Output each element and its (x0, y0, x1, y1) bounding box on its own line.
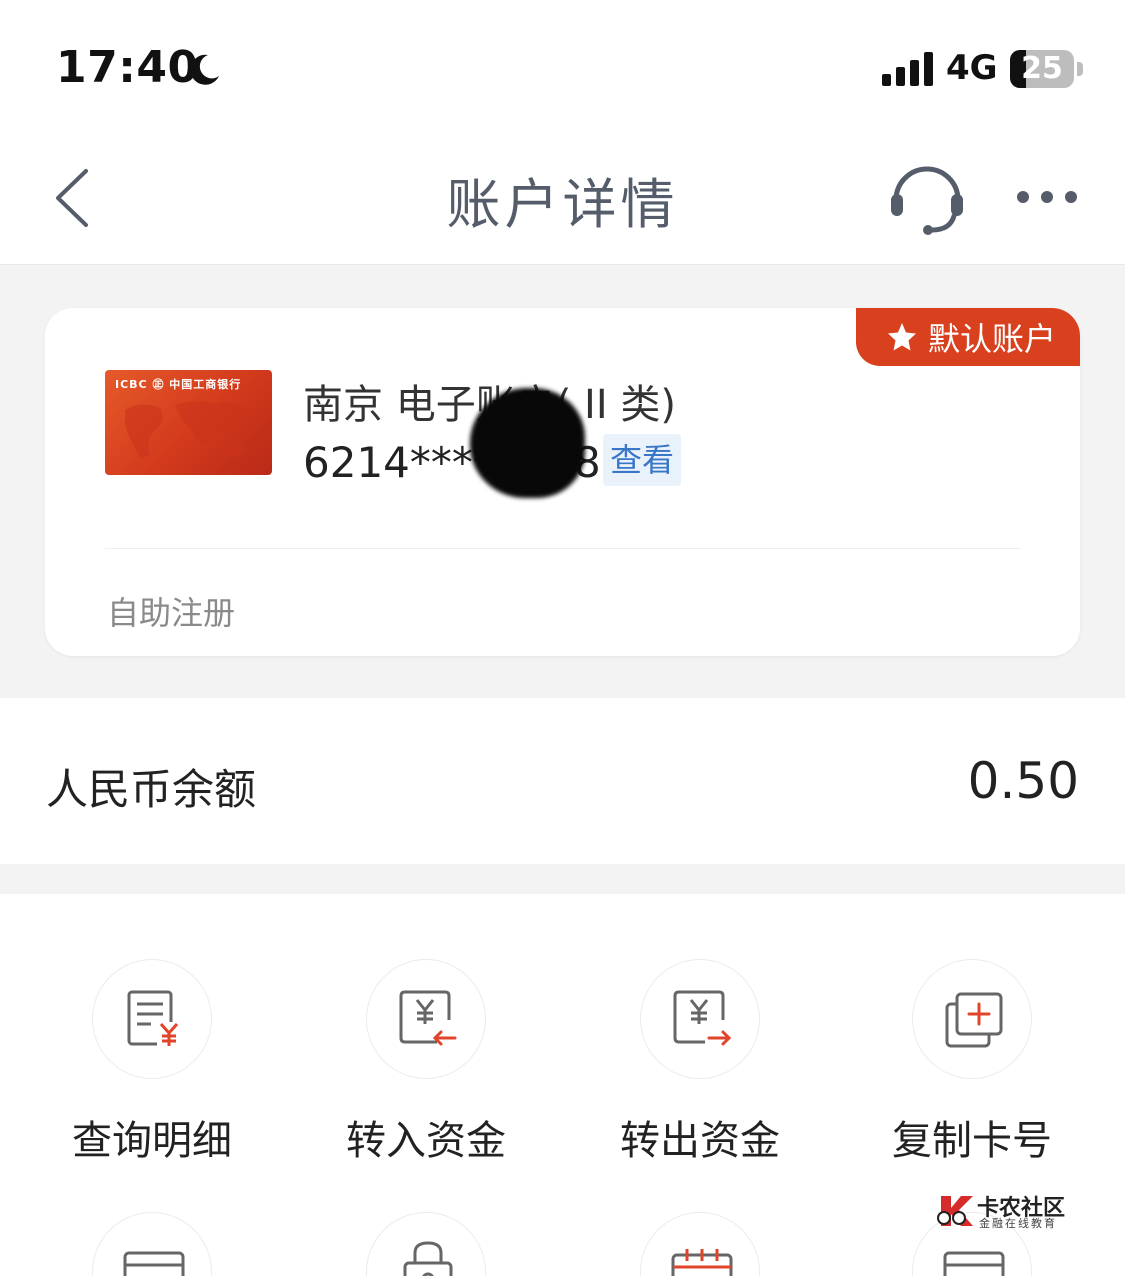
default-account-label: 默认账户 (928, 320, 1057, 358)
action-row2-item-1[interactable] (32, 894, 272, 1276)
card-icon (123, 1251, 185, 1276)
action-row2-item-2[interactable] (306, 894, 546, 1276)
card-icon (943, 1251, 1005, 1276)
action-row2-item-3[interactable] (580, 894, 820, 1276)
battery-cap (1077, 62, 1083, 76)
more-options-icon[interactable] (1014, 186, 1080, 208)
action-icon-circle (366, 1212, 486, 1276)
lock-icon (403, 1241, 453, 1276)
default-account-badge: 默认账户 (856, 308, 1080, 366)
status-bar: 17:40 4G 25 (0, 0, 1125, 130)
battery-level: 25 (1021, 51, 1063, 86)
balance-value: 0.50 (967, 752, 1079, 810)
nav-bar: 账户详情 (0, 130, 1125, 265)
watermark-subtitle: 金融在线教育 (979, 1217, 1057, 1230)
balance-label: 人民币余额 (46, 765, 257, 814)
customer-service-headset-icon[interactable] (888, 160, 966, 236)
section-divider (0, 864, 1125, 894)
signal-icon (882, 52, 933, 86)
moon-icon (190, 54, 219, 85)
bank-card-image: ICBC ㊣ 中国工商银行 (105, 370, 272, 475)
action-icon-circle (92, 1212, 212, 1276)
register-type-label: 自助注册 (107, 594, 236, 632)
watermark: 卡农社区 金融在线教育 (935, 1190, 1075, 1234)
divider (105, 548, 1021, 549)
redaction-mark (470, 388, 585, 498)
action-icon-circle (640, 1212, 760, 1276)
network-type: 4G (946, 48, 998, 88)
account-card[interactable]: 默认账户 ICBC ㊣ 中国工商银行 南京 电子账户( II 类) 6214**… (45, 308, 1080, 656)
status-time: 17:40 (56, 42, 199, 93)
calendar-icon (671, 1249, 733, 1276)
balance-row[interactable]: 人民币余额 0.50 (0, 698, 1125, 864)
star-icon (888, 323, 916, 351)
card-bank-logo: ICBC ㊣ 中国工商银行 (115, 378, 242, 391)
watermark-logo-icon (937, 1196, 973, 1226)
account-detail-page: 17:40 4G 25 账户详情 默认账户 ICBC ㊣ 中国工商银行 南京 电… (0, 0, 1125, 1276)
view-number-button[interactable]: 查看 (603, 434, 681, 486)
battery-icon: 25 (1010, 50, 1074, 88)
